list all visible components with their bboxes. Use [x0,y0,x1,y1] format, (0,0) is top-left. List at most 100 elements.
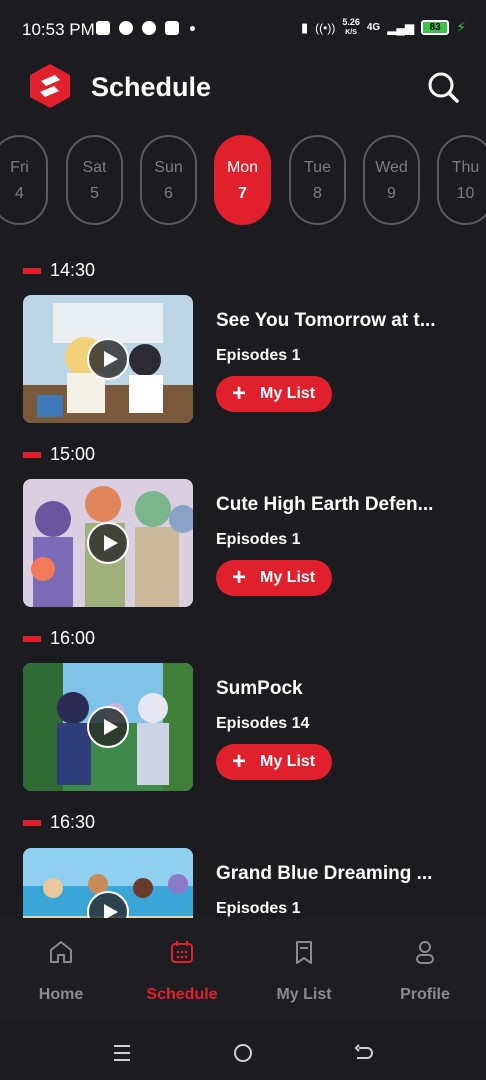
episode-count: Episodes 1 [216,531,301,548]
schedule-list[interactable]: 14:30 See You Tomorrow at t... Episodes … [0,252,486,918]
thumbnail[interactable] [23,479,193,607]
pinterest-icon [142,21,156,35]
time-marker [23,451,41,458]
anime-title[interactable]: SumPock [216,678,446,700]
plus-icon: + [232,748,247,775]
day-date: 9 [387,185,396,202]
plus-icon: + [232,380,247,407]
home-circle-icon[interactable] [232,1042,254,1064]
notification-icons [96,21,195,35]
nav-profile[interactable]: Profile [365,938,485,1004]
time-marker [23,267,41,274]
day-sat[interactable]: Sat 5 [66,135,123,225]
status-time: 10:53 PM [22,20,95,39]
menu-icon[interactable] [111,1042,133,1064]
plus-icon: + [232,564,247,591]
day-wed[interactable]: Wed 9 [363,135,420,225]
thumbnail[interactable] [23,848,193,918]
battery-icon: 83 [421,20,450,35]
network-type: 4G [366,22,381,33]
home-icon [50,941,72,963]
add-to-my-list-button[interactable]: + My List [216,744,332,780]
chat-icon [119,21,133,35]
search-icon[interactable] [426,70,460,104]
time-slot: 16:30 [23,812,95,833]
time-slot: 15:00 [23,444,95,465]
signal-icon: ▂▄▆ [387,20,415,35]
day-date: 7 [238,185,247,202]
add-to-my-list-button[interactable]: + My List [216,560,332,596]
episode-count: Episodes 1 [216,900,301,917]
back-icon[interactable] [353,1042,375,1064]
page-title: Schedule [91,72,212,102]
charging-icon: ⚡ [456,19,466,35]
time-label: 16:00 [50,628,96,648]
day-fri[interactable]: Fri 4 [0,135,48,225]
day-date: 4 [15,185,24,202]
nav-schedule[interactable]: Schedule [122,938,242,1004]
network-speed: 5.26 K/S [342,18,360,37]
episode-count: Episodes 14 [216,715,310,732]
nav-home[interactable]: Home [1,938,121,1004]
anime-title[interactable]: See You Tomorrow at t... [216,310,446,332]
play-icon[interactable] [87,522,129,564]
day-date: 10 [456,185,475,202]
play-icon[interactable] [87,706,129,748]
status-bar: 10:53 PM ▮ ((•)) 5.26 K/S 4G ▂▄▆ 83 ⚡ [0,0,486,60]
time-label: 14:30 [50,260,96,280]
profile-icon [416,941,434,964]
episode-count: Episodes 1 [216,347,301,364]
play-icon[interactable] [87,338,129,380]
nav-label: Home [38,986,84,1003]
day-name: Mon [226,159,259,176]
thumbnail[interactable] [23,663,193,791]
day-name: Fri [10,159,29,176]
app-header: Schedule [0,60,486,118]
time-marker [23,819,41,826]
day-date: 6 [164,185,173,202]
list-item[interactable]: Cute High Earth Defen... Episodes 1 + My… [23,479,463,607]
nav-label: My List [276,986,332,1003]
day-date: 8 [313,185,322,202]
speed-value: 5.26 [342,17,360,27]
day-sun[interactable]: Sun 6 [140,135,197,225]
day-name: Tue [304,159,331,176]
nav-label: Schedule [146,986,218,1003]
battery-level: 83 [429,22,441,33]
thumbnail[interactable] [23,295,193,423]
speed-unit: K/S [345,29,357,36]
anime-title[interactable]: Grand Blue Dreaming ... [216,863,446,885]
day-name: Thu [451,159,480,176]
status-right: ▮ ((•)) 5.26 K/S 4G ▂▄▆ 83 ⚡ [301,18,466,37]
day-date: 5 [90,185,99,202]
time-slot: 16:00 [23,628,95,649]
day-name: Sun [154,159,183,176]
app-logo-icon[interactable] [27,63,73,109]
day-thu[interactable]: Thu 10 [437,135,486,225]
game-icon [96,21,110,35]
nav-label: Profile [400,986,450,1003]
list-item[interactable]: SumPock Episodes 14 + My List [23,663,463,791]
more-notifications-icon [190,25,195,31]
hotspot-icon: ((•)) [315,20,336,35]
time-label: 15:00 [50,444,96,464]
time-marker [23,635,41,642]
time-label: 16:30 [50,812,96,832]
add-to-my-list-button[interactable]: + My List [216,376,332,412]
bookmark-icon [296,941,312,964]
app-icon [165,21,179,35]
day-mon[interactable]: Mon 7 [214,135,271,225]
system-navigation-bar [0,1022,486,1080]
bottom-navigation: Home Schedule My List Profile [0,918,486,1022]
calendar-icon [171,941,193,963]
day-selector: Fri 4 Sat 5 Sun 6 Mon 7 Tue 8 Wed 9 Thu … [0,135,486,227]
button-label: My List [260,569,316,586]
time-slot: 14:30 [23,260,95,281]
day-tue[interactable]: Tue 8 [289,135,346,225]
day-name: Sat [82,159,107,176]
button-label: My List [260,753,316,770]
list-item[interactable]: Grand Blue Dreaming ... Episodes 1 [23,848,463,918]
nav-my-list[interactable]: My List [244,938,364,1004]
anime-title[interactable]: Cute High Earth Defen... [216,494,446,516]
list-item[interactable]: See You Tomorrow at t... Episodes 1 + My… [23,295,463,423]
